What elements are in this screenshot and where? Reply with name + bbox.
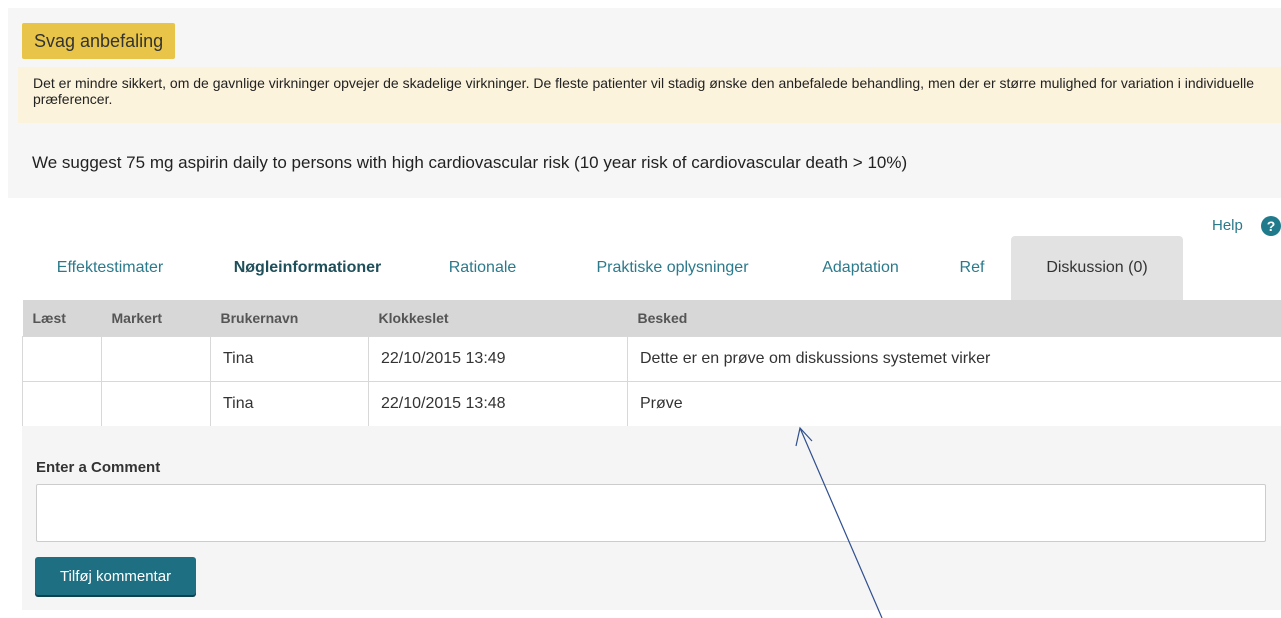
tab-ref[interactable]: Ref <box>936 236 1008 300</box>
tab-praktiske-oplysninger[interactable]: Praktiske oplysninger <box>560 236 785 300</box>
add-comment-button[interactable]: Tilføj kommentar <box>35 557 196 595</box>
tab-effektestimater[interactable]: Effektestimater <box>30 236 190 300</box>
tab-rationale[interactable]: Rationale <box>420 236 545 300</box>
column-header-username[interactable]: Brukernavn <box>210 300 369 336</box>
tab-diskussion[interactable]: Diskussion (0) <box>1011 236 1183 300</box>
cell-read <box>22 380 102 427</box>
recommendation-text: We suggest 75 mg aspirin daily to person… <box>32 153 908 172</box>
discussion-table-container: Læst Markert Brukernavn Klokkeslet Beske… <box>22 300 1281 427</box>
cell-message: Prøve <box>627 380 1281 427</box>
cell-username: Tina <box>210 335 369 382</box>
column-header-marked[interactable]: Markert <box>101 300 211 336</box>
cell-message: Dette er en prøve om diskussions systeme… <box>627 335 1281 382</box>
recommendation-strength-badge: Svag anbefaling <box>22 23 176 59</box>
question-circle-icon[interactable]: ? <box>1261 216 1281 236</box>
table-row[interactable]: Tina 22/10/2015 13:48 Prøve <box>22 380 1281 427</box>
cell-read <box>22 335 102 382</box>
app-root: Svag anbefaling Det er mindre sikkert, o… <box>0 0 1281 618</box>
recommendation-panel: Svag anbefaling Det er mindre sikkert, o… <box>8 8 1281 198</box>
help-link[interactable]: Help <box>1212 217 1243 234</box>
recommendation-strength-description: Det er mindre sikkert, om de gavnlige vi… <box>18 67 1281 123</box>
cell-username: Tina <box>210 380 369 427</box>
table-header-row: Læst Markert Brukernavn Klokkeslet Beske… <box>22 300 1281 336</box>
comment-input[interactable] <box>36 484 1266 542</box>
cell-time: 22/10/2015 13:48 <box>368 380 628 427</box>
tab-noegleinformationer[interactable]: Nøgleinformationer <box>205 236 410 300</box>
cell-time: 22/10/2015 13:49 <box>368 335 628 382</box>
tab-adaptation[interactable]: Adaptation <box>798 236 923 300</box>
table-row[interactable]: Tina 22/10/2015 13:49 Dette er en prøve … <box>22 335 1281 382</box>
column-header-read[interactable]: Læst <box>22 300 102 336</box>
cell-marked <box>101 380 211 427</box>
cell-marked <box>101 335 211 382</box>
comment-form: Enter a Comment Tilføj kommentar <box>22 426 1281 610</box>
comment-label: Enter a Comment <box>36 459 161 476</box>
column-header-message[interactable]: Besked <box>627 300 1281 336</box>
column-header-time[interactable]: Klokkeslet <box>368 300 628 336</box>
discussion-table: Læst Markert Brukernavn Klokkeslet Beske… <box>22 300 1281 427</box>
